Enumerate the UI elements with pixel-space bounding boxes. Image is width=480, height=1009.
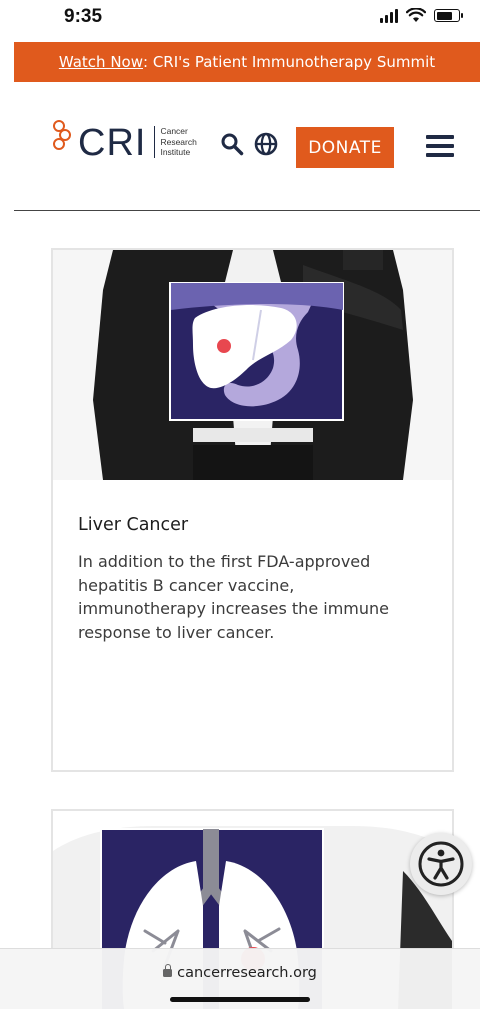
browser-address-bar[interactable]: cancerresearch.org — [0, 948, 480, 1009]
status-time: 9:35 — [64, 6, 103, 27]
signal-icon — [380, 8, 398, 23]
card-description: In addition to the first FDA-approved he… — [78, 552, 389, 642]
site-header: CRI Cancer Research Institute DONATE — [14, 96, 480, 206]
wifi-icon — [406, 8, 426, 22]
logo-text: CRI — [78, 122, 147, 164]
announcement-banner[interactable]: Watch Now: CRI's Patient Immunotherapy S… — [14, 42, 480, 82]
watch-now-link[interactable]: Watch Now — [59, 53, 143, 71]
logo-subtitle: Cancer Research Institute — [154, 126, 197, 158]
language-button[interactable] — [254, 132, 278, 156]
liver-cancer-card[interactable]: Liver Cancer In addition to the first FD… — [51, 248, 454, 772]
donate-button[interactable]: DONATE — [296, 127, 394, 168]
logo-rings-icon — [53, 120, 71, 150]
liver-cancer-illustration — [53, 250, 452, 480]
menu-icon — [426, 135, 454, 139]
accessibility-icon — [418, 841, 464, 887]
lock-icon — [163, 964, 173, 977]
banner-text: : CRI's Patient Immunotherapy Summit — [143, 53, 436, 71]
card-title[interactable]: Liver Cancer — [78, 515, 188, 535]
home-indicator[interactable] — [170, 997, 310, 1002]
battery-icon — [434, 9, 463, 22]
search-button[interactable] — [220, 132, 244, 156]
menu-button[interactable] — [426, 135, 454, 157]
status-bar: 9:35 — [0, 0, 480, 38]
globe-icon — [254, 132, 278, 156]
cri-logo[interactable]: CRI Cancer Research Institute — [50, 114, 197, 162]
accessibility-button[interactable] — [410, 833, 472, 895]
header-divider — [14, 210, 480, 211]
url-display[interactable]: cancerresearch.org — [0, 964, 480, 981]
status-icons — [380, 8, 463, 23]
search-icon — [221, 133, 244, 156]
person-with-liver-illustration — [93, 250, 413, 480]
